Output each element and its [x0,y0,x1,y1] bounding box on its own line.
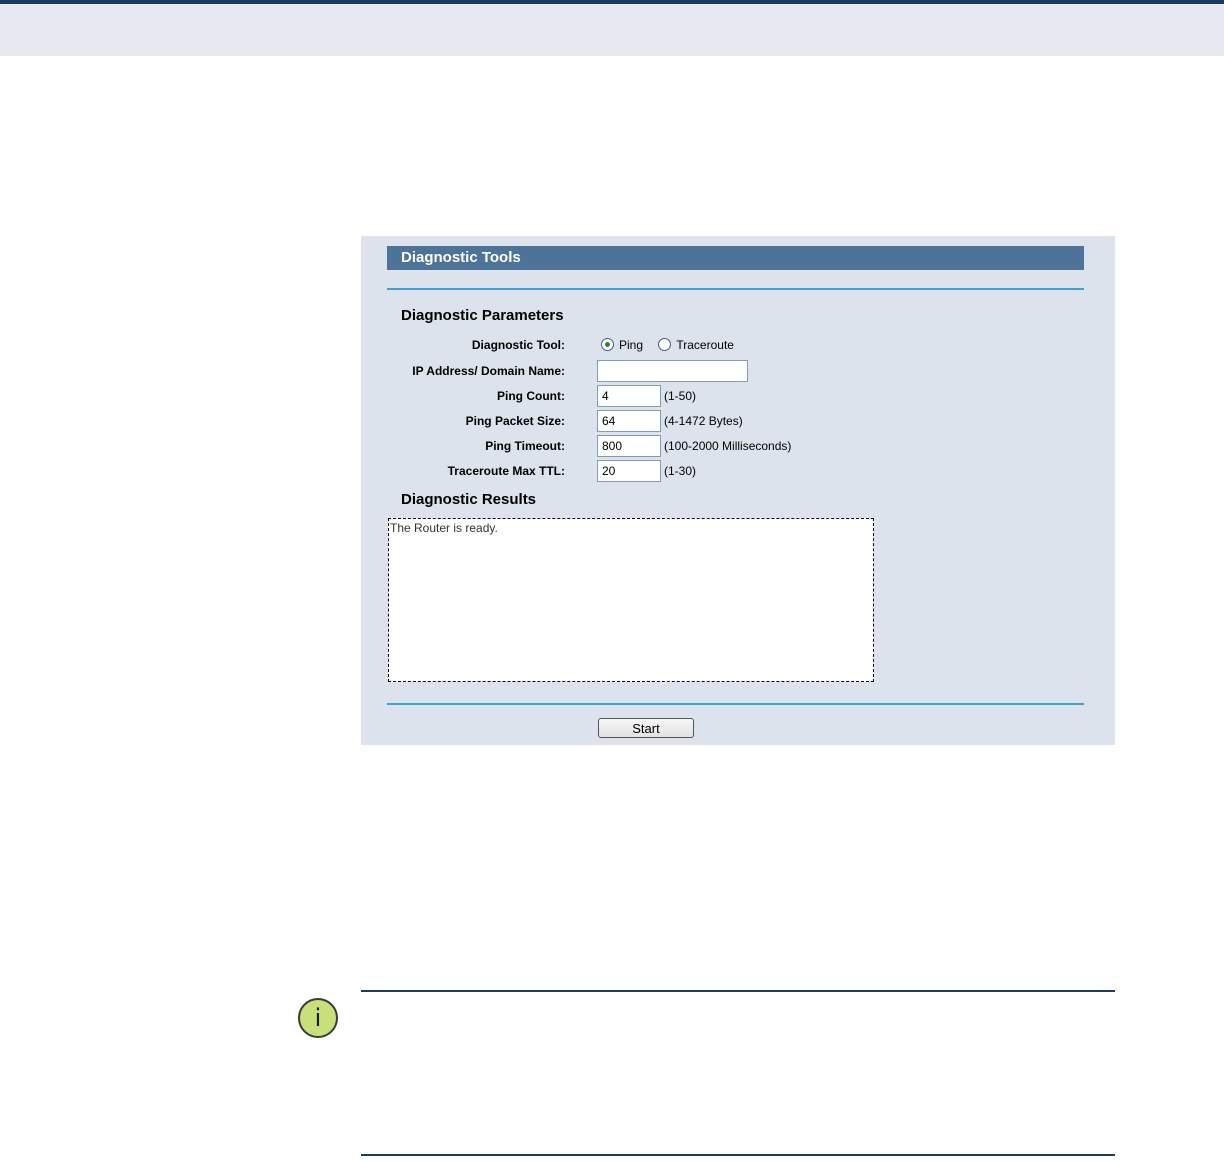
ttl-row: Traceroute Max TTL: (1-30) [361,460,1115,482]
diagnostic-tool-radios: Ping Traceroute [601,334,746,356]
results-box[interactable]: The Router is ready. [388,518,874,682]
ttl-input[interactable] [597,460,661,482]
top-band [0,4,1224,56]
timeout-label: Ping Timeout: [485,439,565,453]
diagnostic-tool-label: Diagnostic Tool: [471,338,565,352]
parameters-title: Diagnostic Parameters [401,307,564,324]
diagnostic-tool-row: Diagnostic Tool: Ping Traceroute [361,334,1115,356]
ip-label: IP Address/ Domain Name: [412,364,565,378]
ip-row: IP Address/ Domain Name: [361,360,1115,382]
traceroute-radio-label[interactable]: Traceroute [676,338,734,352]
divider-bottom [387,703,1084,705]
ping-radio[interactable] [601,338,614,351]
ip-domain-input[interactable] [597,360,748,382]
info-icon: i [298,998,338,1038]
note-top-rule [361,990,1115,992]
ping-count-input[interactable] [597,385,661,407]
ping-count-hint: (1-50) [664,389,697,403]
ttl-label: Traceroute Max TTL: [447,464,565,478]
packet-size-hint: (4-1472 Bytes) [664,414,743,428]
diagnostic-tools-panel: Diagnostic Tools Diagnostic Parameters D… [361,236,1115,745]
timeout-input[interactable] [597,435,661,457]
results-title: Diagnostic Results [401,491,537,508]
packet-size-label: Ping Packet Size: [465,414,565,428]
ping-count-row: Ping Count: (1-50) [361,385,1115,407]
ping-radio-label[interactable]: Ping [619,338,643,352]
divider-top [387,288,1084,290]
ping-count-label: Ping Count: [497,389,565,403]
packet-size-input[interactable] [597,410,661,432]
results-text: The Router is ready. [390,521,498,535]
ttl-hint: (1-30) [664,464,697,478]
packet-size-row: Ping Packet Size: (4-1472 Bytes) [361,410,1115,432]
timeout-row: Ping Timeout: (100-2000 Milliseconds) [361,435,1115,457]
timeout-hint: (100-2000 Milliseconds) [664,439,792,453]
start-button[interactable]: Start [598,718,694,738]
note-bottom-rule [361,1154,1115,1156]
traceroute-radio[interactable] [658,338,672,351]
panel-title: Diagnostic Tools [387,246,1084,270]
